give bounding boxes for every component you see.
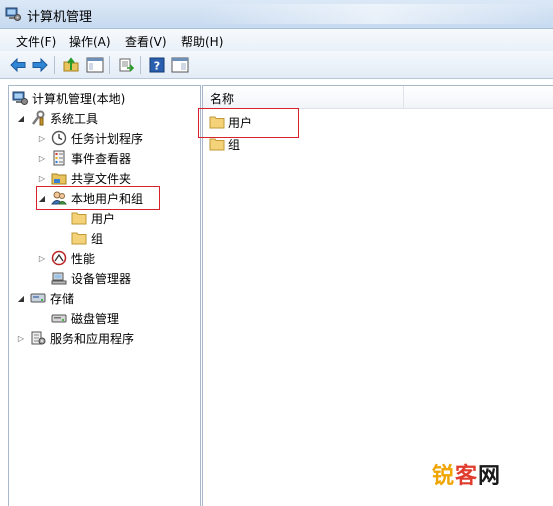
menu-view[interactable]: 查看(V): [123, 33, 169, 50]
highlight-box-local-users-groups: [36, 186, 160, 210]
tree-item-computer-management[interactable]: 计算机管理(本地): [12, 89, 125, 107]
tree-item-task-scheduler[interactable]: ▷ 任务计划程序: [37, 129, 143, 147]
services-icon: [30, 330, 46, 346]
tree-item-label: 任务计划程序: [71, 131, 144, 146]
help-icon[interactable]: ?: [147, 55, 167, 75]
tree-item-shared-folders[interactable]: ▷ 共享文件夹: [37, 169, 131, 187]
svg-text:?: ?: [154, 60, 160, 73]
event-log-icon: [51, 150, 67, 166]
tools-icon: [30, 110, 46, 126]
disk-icon: [51, 310, 67, 326]
computer-management-icon: [5, 6, 21, 25]
collapse-arrow-icon[interactable]: ◢: [16, 114, 26, 123]
column-header-filler: [404, 86, 553, 109]
tree-item-label: 计算机管理(本地): [32, 91, 126, 106]
menu-file[interactable]: 文件(F): [14, 33, 58, 50]
toolbar-separator: [140, 56, 141, 74]
properties-icon[interactable]: [170, 55, 190, 75]
watermark-char: 客: [455, 464, 479, 489]
computer-management-icon: [12, 90, 28, 106]
shared-folder-icon: [51, 170, 67, 186]
list-item-label: 组: [228, 137, 241, 152]
tree-item-performance[interactable]: ▷ 性能: [37, 249, 95, 267]
performance-gauge-icon: [51, 250, 67, 266]
tree-item-system-tools[interactable]: ◢ 系统工具: [16, 109, 98, 127]
watermark-char: 网: [478, 464, 502, 489]
show-hide-tree-icon[interactable]: [85, 55, 105, 75]
navigation-tree[interactable]: 计算机管理(本地) ◢ 系统工具 ▷ 任务计划程序 ▷ 事件查看器 ▷ 共享文件…: [8, 85, 201, 506]
back-arrow-icon[interactable]: [8, 55, 28, 75]
tree-item-storage[interactable]: ◢ 存储: [16, 289, 74, 307]
tree-item-label: 系统工具: [50, 111, 99, 126]
watermark-logo: 锐客网: [432, 458, 501, 490]
tree-item-label: 组: [91, 231, 104, 246]
content-list-pane[interactable]: 名称 用户 组: [202, 85, 553, 506]
folder-icon: [71, 210, 87, 226]
tree-item-label: 存储: [50, 291, 75, 306]
up-folder-icon[interactable]: [61, 55, 81, 75]
menu-action[interactable]: 操作(A): [67, 33, 113, 50]
tree-item-label: 磁盘管理: [71, 311, 120, 326]
title-bar: 计算机管理: [0, 0, 553, 29]
highlight-box-users-item: [198, 108, 299, 138]
tree-item-label: 服务和应用程序: [50, 331, 135, 346]
storage-icon: [30, 290, 46, 306]
column-header-label: 名称: [210, 92, 235, 106]
expand-arrow-icon[interactable]: ▷: [37, 174, 47, 183]
tree-item-label: 用户: [91, 211, 116, 226]
device-manager-icon: [51, 270, 67, 286]
collapse-arrow-icon[interactable]: ◢: [16, 294, 26, 303]
column-header-name[interactable]: 名称: [203, 86, 404, 109]
expand-arrow-icon[interactable]: ▷: [37, 154, 47, 163]
tree-item-event-viewer[interactable]: ▷ 事件查看器: [37, 149, 131, 167]
tree-item-groups[interactable]: 组: [71, 229, 103, 247]
toolbar-separator: [109, 56, 110, 74]
tree-item-services-apps[interactable]: ▷ 服务和应用程序: [16, 329, 134, 347]
title-glow: [200, 4, 553, 24]
toolbar-separator: [54, 56, 55, 74]
export-list-icon[interactable]: [116, 55, 136, 75]
tree-item-label: 性能: [71, 251, 96, 266]
folder-icon: [71, 230, 87, 246]
tree-item-users[interactable]: 用户: [71, 209, 115, 227]
folder-icon: [209, 136, 225, 152]
tree-item-label: 设备管理器: [71, 271, 132, 286]
window-title: 计算机管理: [27, 10, 93, 25]
tree-item-label: 事件查看器: [71, 151, 132, 166]
toolbar: ?: [0, 51, 553, 79]
menu-bar: 文件(F) 操作(A) 查看(V) 帮助(H): [0, 29, 553, 51]
expand-arrow-icon[interactable]: ▷: [37, 254, 47, 263]
clock-icon: [51, 130, 67, 146]
forward-arrow-icon[interactable]: [30, 55, 50, 75]
menu-help[interactable]: 帮助(H): [179, 33, 225, 50]
expand-arrow-icon[interactable]: ▷: [37, 134, 47, 143]
tree-item-disk-management[interactable]: 磁盘管理: [51, 309, 119, 327]
watermark-char: 锐: [432, 464, 456, 489]
tree-item-device-manager[interactable]: 设备管理器: [51, 269, 131, 287]
tree-item-label: 共享文件夹: [71, 171, 132, 186]
expand-arrow-icon[interactable]: ▷: [16, 334, 26, 343]
